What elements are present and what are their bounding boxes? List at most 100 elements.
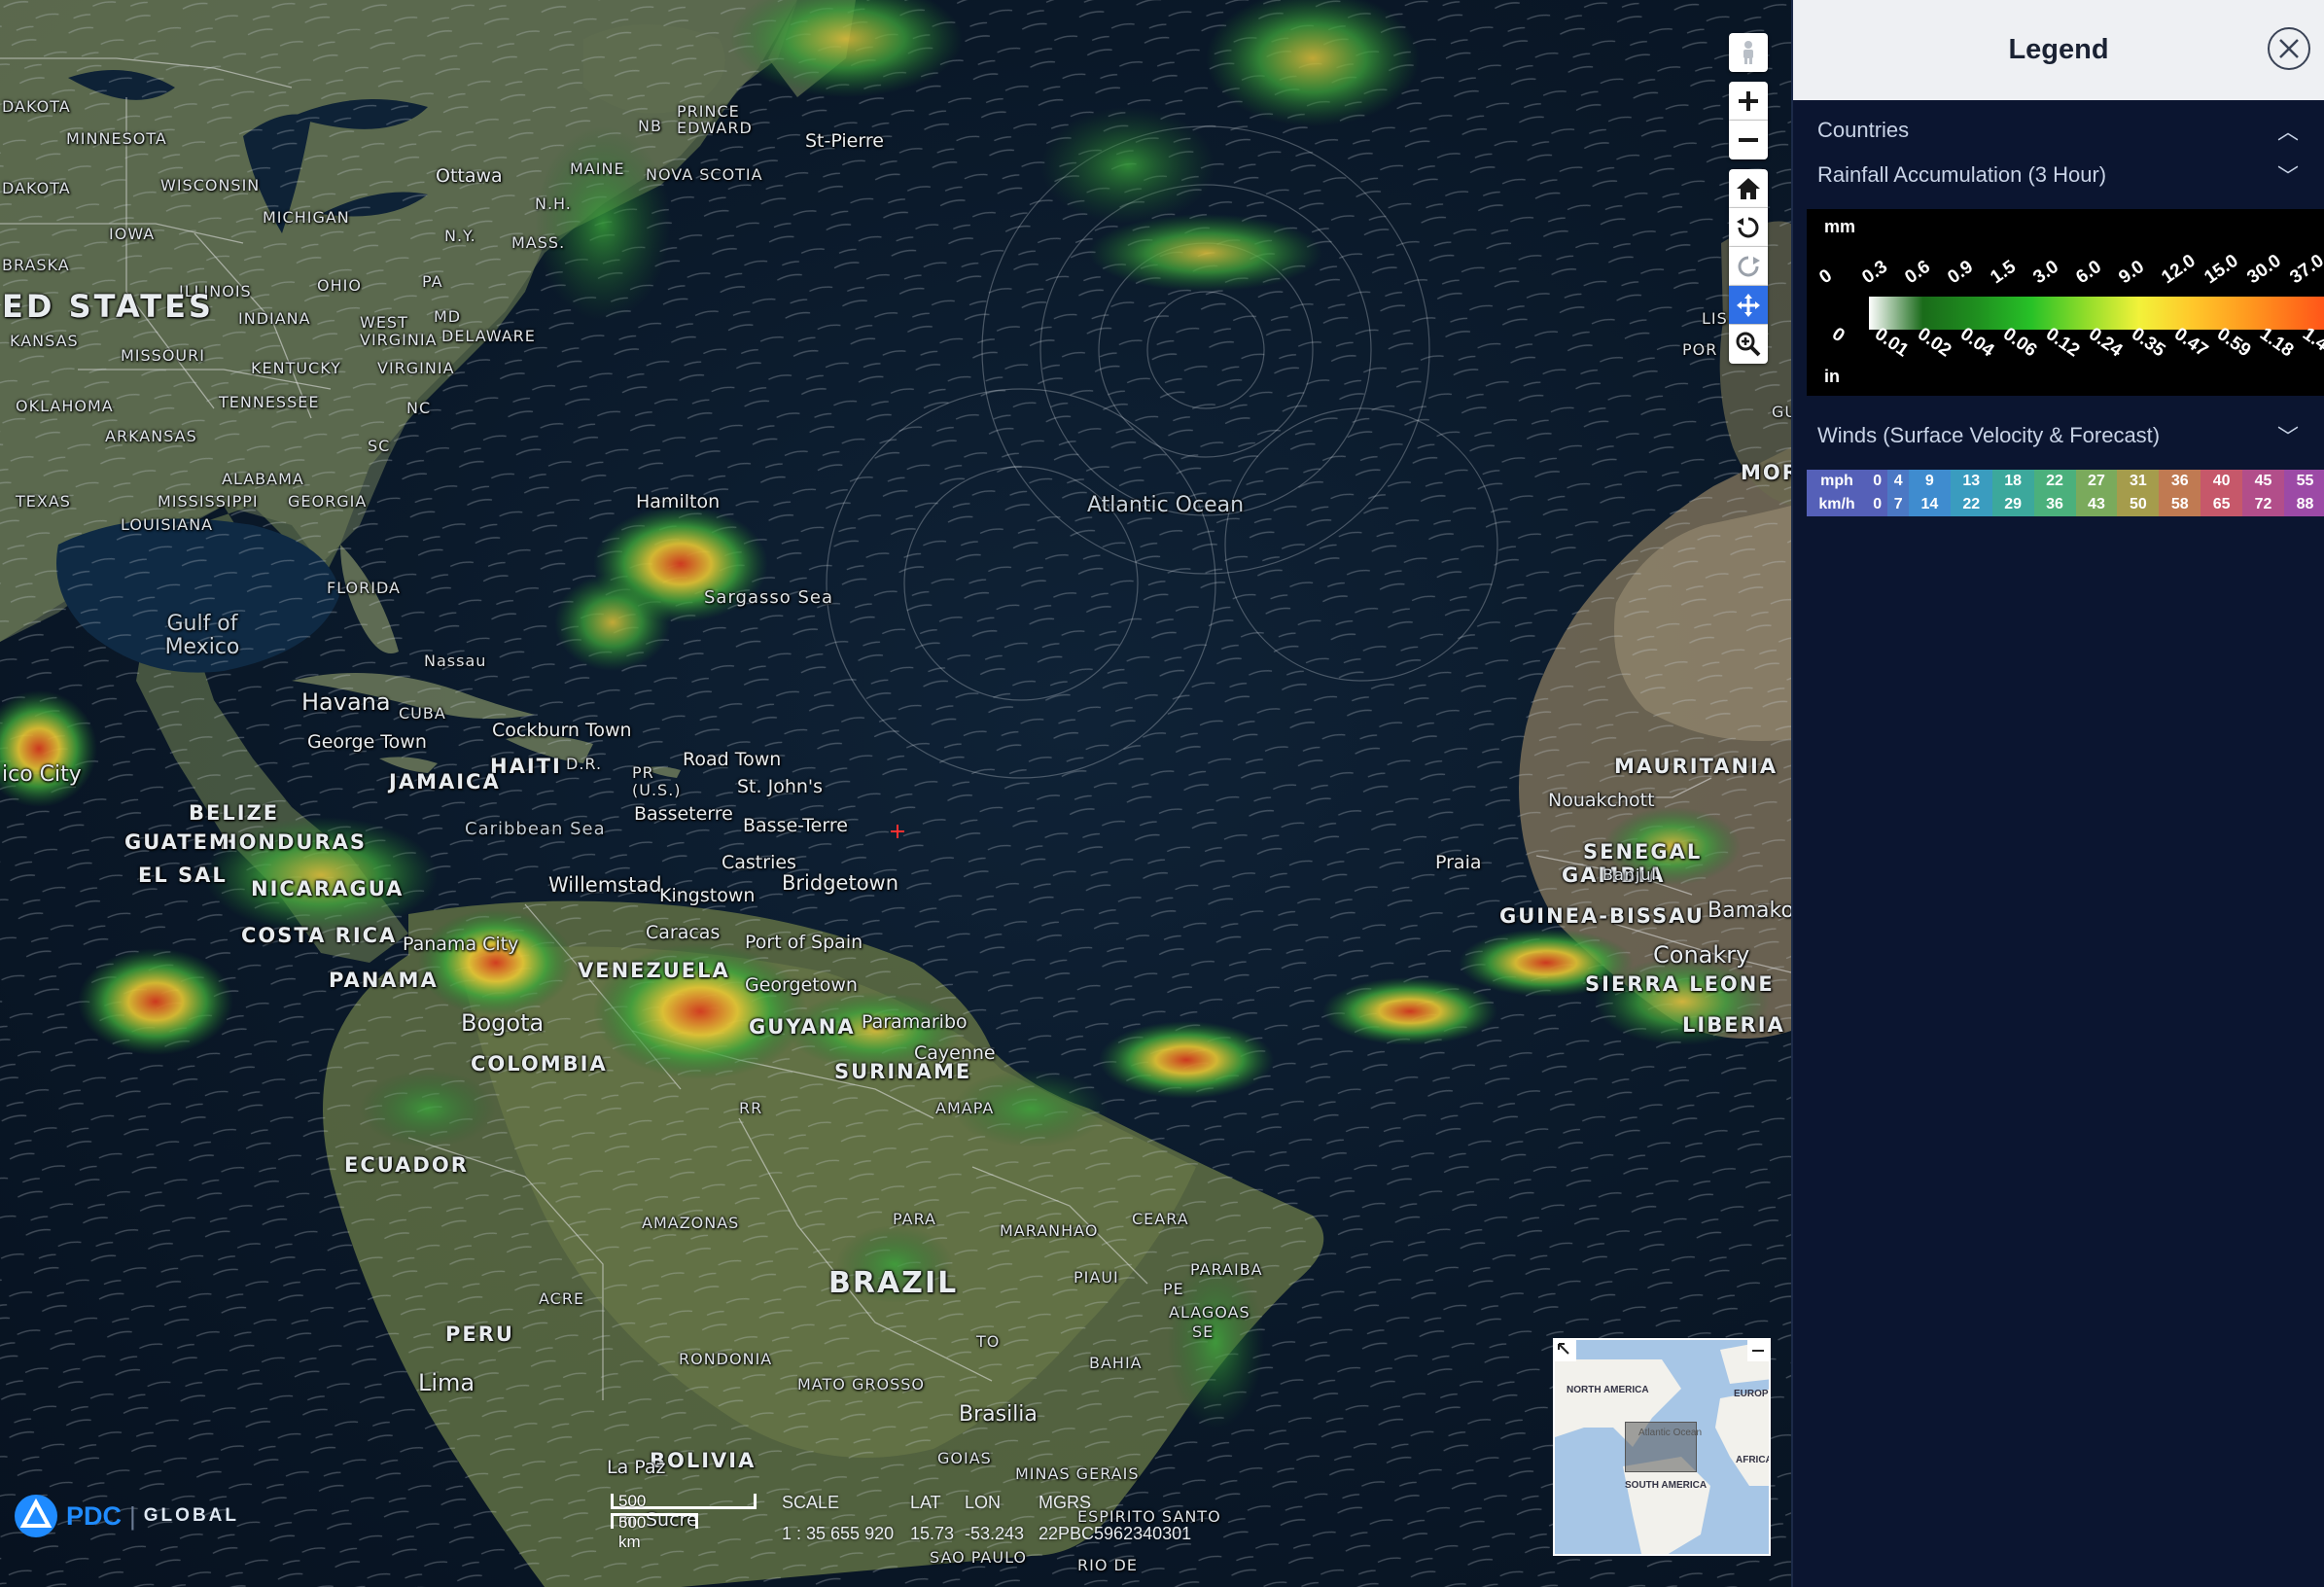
wind-kmh-cell: 88 [2283,493,2324,516]
wind-kmh-cell: 58 [2159,493,2201,516]
label-state: ACRE [539,1289,585,1308]
scale-value: 1 : 35 655 920 [782,1524,895,1543]
wind-mph-cell: 13 [1950,470,1992,493]
label-country: COLOMBIA [471,1052,608,1076]
label-state: PARAIBA [1190,1260,1263,1279]
legend-close-button[interactable] [2268,27,2310,70]
overview-label: AFRICA [1736,1455,1771,1465]
section-label: Rainfall Accumulation (3 Hour) [1817,162,2107,187]
map-canvas[interactable]: DAKOTA MINNESOTA DAKOTA WISCONSIN IOWA M… [0,0,1791,1587]
label-state: RONDONIA [679,1350,773,1368]
label-state: MINNESOTA [66,129,167,148]
wind-kmh-cell: 36 [2033,493,2076,516]
label-state: ALABAMA [222,470,304,488]
wind-mph-cell: 9 [1908,470,1951,493]
label-state: LOUISIANA [121,515,214,534]
label-state: ALAGOAS [1169,1303,1250,1322]
rotate-left-icon [1737,217,1759,237]
label-state: NB [638,117,662,135]
label-state: CUBA [399,704,446,723]
label-state: GOIAS [937,1449,992,1467]
zoom-out-button[interactable] [1729,121,1768,159]
pdc-logo[interactable]: PDC | GLOBAL [14,1494,239,1538]
wind-mph-cell: 31 [2117,470,2160,493]
app: DAKOTA MINNESOTA DAKOTA WISCONSIN IOWA M… [0,0,2324,1587]
overview-label: SOUTH AMERICA [1625,1480,1708,1491]
label-country: D.R. [566,755,603,773]
label-city: St-Pierre [805,130,884,152]
label-state: MATO GROSSO [797,1375,925,1393]
label-state: BRASKA [2,256,70,274]
close-icon [2279,39,2299,58]
wind-kmh-cell: 22 [1950,493,1992,516]
wind-kmh-cell: 50 [2117,493,2160,516]
label-country: GUINEA-BISSAU [1499,904,1705,928]
legend-section-countries[interactable]: Countries ︿ [1793,108,2324,153]
overview-collapse-button[interactable] [1747,1340,1769,1361]
rotate-left-button[interactable] [1729,208,1768,247]
label-country: GUATEM [124,830,231,854]
rainfall-mm-tick: 30.0 [2243,250,2285,289]
label-ocean: Caribbean Sea [465,819,606,839]
rainfall-unit-in: in [1824,367,1840,386]
label-state: IOWA [109,225,156,243]
zoom-in-button[interactable] [1729,82,1768,121]
label-city: Nouakchott [1548,790,1655,811]
rainfall-mm-tick: 0.6 [1901,256,1935,289]
legend-section-rainfall[interactable]: Rainfall Accumulation (3 Hour) ﹀ [1793,153,2324,197]
chevron-down-icon: ﹀ [2276,164,2299,189]
overview-expand-button[interactable] [1555,1340,1576,1361]
wind-mph-cell: 4 [1887,470,1909,493]
label-city: Hamilton [636,491,721,512]
rainfall-mm-tick: 0.3 [1858,256,1892,289]
label-state: TENNESSEE [219,393,320,411]
label-state: MASS. [511,233,566,252]
minus-icon [1739,138,1758,142]
label-state: SC [368,437,391,455]
legend-section-winds[interactable]: Winds (Surface Velocity & Forecast) ﹀ [1793,413,2324,458]
zoom-box-button[interactable] [1729,325,1768,364]
mgrs-value: 22PBC5962340301 [1039,1524,1192,1543]
overview-map[interactable]: NORTH AMERICA EUROPE AFRICA SOUTH AMERIC… [1553,1338,1771,1556]
label-state: MISSISSIPPI [158,492,259,511]
label-state: PARA [893,1210,936,1228]
label-city: Banjul [1602,865,1657,884]
pegman-icon [1743,41,1753,64]
label-state: INDIANA [238,309,311,328]
rainfall-in-tick: 0 [1827,324,1849,347]
wind-mph-cell: 45 [2242,470,2284,493]
label-state: TEXAS [16,492,71,511]
label-country: GUYANA [749,1015,856,1039]
label-state: LIS [1702,309,1728,328]
label-country: NICARAGUA [251,877,405,900]
overview-label: Atlantic Ocean [1638,1428,1703,1438]
overview-label: NORTH AMERICA [1567,1385,1649,1395]
label-state: PE [1163,1280,1184,1298]
label-city: Cockburn Town [492,720,632,741]
rainfall-mm-tick: 1.5 [1987,256,2021,289]
pan-button[interactable] [1729,286,1768,325]
label-city: ico City [2,762,82,787]
label-state: MISSOURI [121,346,205,365]
chevron-up-icon: ︿ [2276,120,2299,144]
label-state: MARANHAO [1000,1221,1099,1240]
rainfall-mm-tick: 6.0 [2072,256,2106,289]
street-view-button[interactable] [1729,33,1768,72]
label-state: N.Y. [444,227,476,245]
wind-kmh-cell: 65 [2201,493,2243,516]
rotate-right-button[interactable] [1729,247,1768,286]
home-button[interactable] [1729,169,1768,208]
label-country: BELIZE [189,801,280,825]
home-icon [1737,177,1760,199]
plus-icon [1739,90,1758,111]
label-city: Panama City [403,934,519,955]
scale-header: SCALE [782,1493,840,1512]
label-ocean: Gulf of Mexico [164,612,240,659]
label-ocean: Atlantic Ocean [1087,493,1245,517]
wind-kmh-cell: 7 [1887,493,1909,516]
rainfall-mm-tick: 3.0 [2029,256,2063,289]
label-state: NC [406,399,432,417]
label-country: HAITI [490,755,562,778]
rainfall-mm-tick: 9.0 [2115,256,2149,289]
label-country: ED STATES [2,288,214,325]
